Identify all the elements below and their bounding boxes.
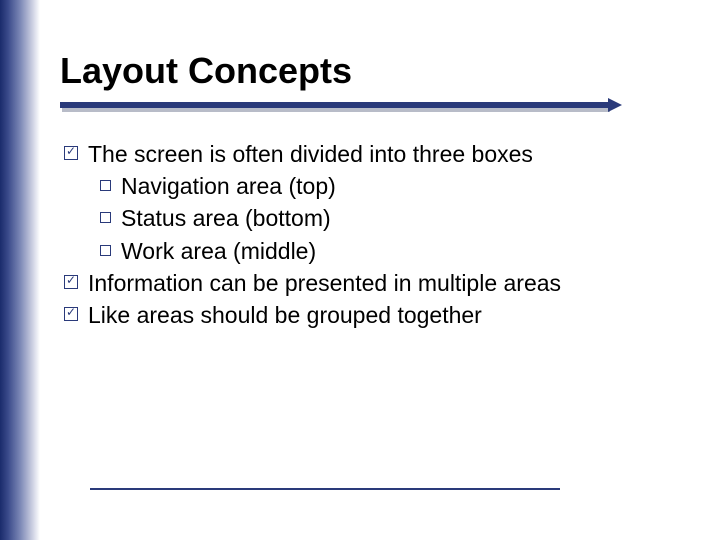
list-item: Work area (middle) — [100, 235, 680, 267]
list-item: The screen is often divided into three b… — [64, 138, 680, 170]
title-underline — [60, 100, 680, 120]
bullet-text: Navigation area (top) — [121, 170, 336, 202]
checkbox-icon — [64, 275, 78, 289]
bullet-text: The screen is often divided into three b… — [88, 138, 533, 170]
list-item: Status area (bottom) — [100, 202, 680, 234]
footer-divider — [90, 488, 560, 490]
list-item: Information can be presented in multiple… — [64, 267, 680, 299]
bullet-text: Status area (bottom) — [121, 202, 331, 234]
list-item: Like areas should be grouped together — [64, 299, 680, 331]
square-icon — [100, 212, 111, 223]
bullet-text: Like areas should be grouped together — [88, 299, 482, 331]
checkbox-icon — [64, 146, 78, 160]
list-item: Navigation area (top) — [100, 170, 680, 202]
bullet-list: The screen is often divided into three b… — [60, 138, 680, 331]
bullet-text: Information can be presented in multiple… — [88, 267, 561, 299]
bullet-text: Work area (middle) — [121, 235, 316, 267]
square-icon — [100, 180, 111, 191]
side-gradient — [0, 0, 40, 540]
slide-content: Layout Concepts The screen is often divi… — [60, 50, 680, 331]
checkbox-icon — [64, 307, 78, 321]
square-icon — [100, 245, 111, 256]
slide-title: Layout Concepts — [60, 50, 680, 92]
